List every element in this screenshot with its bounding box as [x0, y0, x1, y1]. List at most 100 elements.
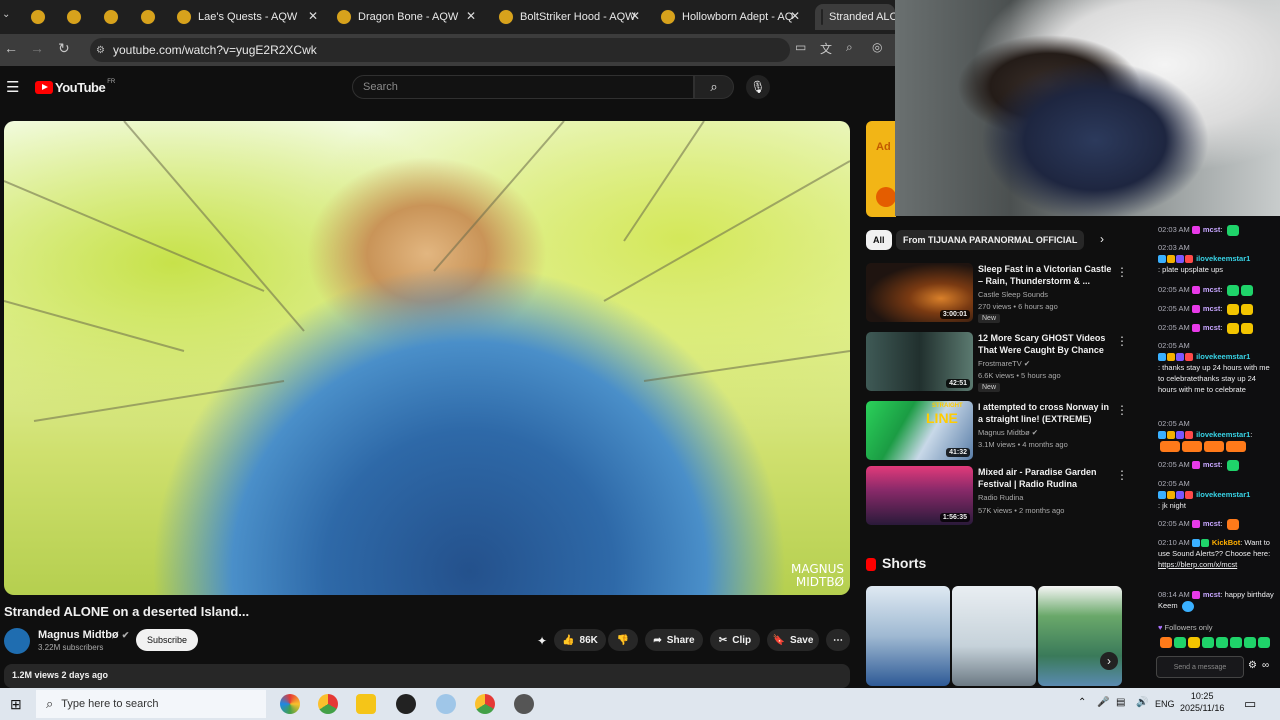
short-thumbnail[interactable]: [866, 586, 950, 686]
incognito-icon[interactable]: ◎: [872, 40, 882, 54]
notifications-icon[interactable]: ▭: [1244, 696, 1256, 712]
users-icon[interactable]: ∞: [1262, 660, 1269, 671]
chat-link[interactable]: https://blerp.com/x/mcst: [1158, 560, 1237, 569]
video-player[interactable]: MAGNUS MIDTBØ: [4, 121, 850, 595]
chat-input[interactable]: Send a message: [1156, 656, 1244, 678]
recommendation-item[interactable]: 1:56:35 Mixed air - Paradise Garden Fest…: [866, 466, 1131, 528]
obs-icon[interactable]: [396, 694, 416, 714]
ad-banner[interactable]: Ad: [866, 121, 896, 217]
sparkle-icon[interactable]: ✦: [537, 634, 547, 648]
browser-tab[interactable]: BoltStriker Hood - AQW ✕: [498, 4, 648, 30]
close-tab-icon[interactable]: ✕: [630, 9, 640, 23]
app-icon[interactable]: [436, 694, 456, 714]
chevron-right-icon[interactable]: ›: [1100, 232, 1104, 246]
share-button[interactable]: ➦ Share: [645, 629, 703, 651]
channel-avatar[interactable]: [4, 628, 30, 654]
chevron-right-icon[interactable]: ›: [1100, 652, 1118, 670]
reload-icon[interactable]: ↻: [58, 40, 70, 57]
microphone-icon[interactable]: 🎤: [1097, 697, 1109, 708]
volume-icon[interactable]: 🔊: [1136, 697, 1148, 708]
emote-icon[interactable]: [1244, 636, 1256, 648]
chrome-icon[interactable]: [475, 694, 495, 714]
chrome-icon[interactable]: [318, 694, 338, 714]
close-tab-icon[interactable]: ✕: [790, 9, 800, 23]
youtube-logo[interactable]: YouTube FR: [35, 79, 115, 95]
back-icon[interactable]: ←: [4, 40, 18, 56]
voice-search-button[interactable]: 🎙: [746, 75, 770, 99]
address-bar[interactable]: ⚙ youtube.com/watch?v=yugE2R2XCwk: [90, 38, 790, 62]
browser-tab[interactable]: [103, 4, 133, 30]
emote-icon[interactable]: [1230, 636, 1242, 648]
translate-icon[interactable]: 文: [820, 40, 832, 57]
language-indicator[interactable]: ENG: [1155, 699, 1175, 709]
browser-tab[interactable]: Dragon Bone - AQW ✕: [336, 4, 484, 30]
browser-tab[interactable]: [66, 4, 96, 30]
chat-username[interactable]: mcst: [1203, 519, 1221, 528]
copilot-icon[interactable]: [280, 694, 300, 714]
close-tab-icon[interactable]: ✕: [466, 9, 476, 23]
chip-from-channel[interactable]: From TIJUANA PARANORMAL OFFICIAL: [896, 230, 1085, 250]
file-explorer-icon[interactable]: [356, 694, 376, 714]
video-thumbnail[interactable]: 1:56:35: [866, 466, 973, 525]
video-thumbnail[interactable]: 3:00:01: [866, 263, 973, 322]
system-clock[interactable]: 10:25 2025/11/16: [1180, 690, 1224, 714]
browser-tab-active[interactable]: Stranded ALC: [815, 4, 895, 30]
chat-username[interactable]: mcst: [1203, 460, 1221, 469]
recommendation-item[interactable]: 3:00:01 Sleep Fast in a Victorian Castle…: [866, 263, 1131, 325]
settings-icon[interactable]: ⚙: [1248, 660, 1257, 671]
chat-username[interactable]: ilovekeemstar1: [1196, 352, 1250, 361]
chevron-up-icon[interactable]: ⌃: [1078, 697, 1086, 708]
like-button[interactable]: 👍 86K: [554, 629, 606, 651]
chat-username[interactable]: ilovekeemstar1: [1196, 254, 1250, 263]
emote-icon[interactable]: [1174, 636, 1186, 648]
zoom-icon[interactable]: ⌕: [846, 40, 853, 55]
more-vertical-icon[interactable]: ⋮: [1116, 468, 1128, 482]
chip-all[interactable]: All: [866, 230, 892, 250]
close-tab-icon[interactable]: ✕: [308, 9, 318, 23]
subscribe-button[interactable]: Subscribe: [136, 629, 198, 651]
browser-tab[interactable]: Hollowborn Adept - AQ ✕: [660, 4, 808, 30]
network-icon[interactable]: ▤: [1116, 697, 1125, 708]
menu-icon[interactable]: ☰: [6, 78, 19, 96]
recommendation-item[interactable]: 42:51 12 More Scary GHOST Videos That We…: [866, 332, 1131, 394]
more-vertical-icon[interactable]: ⋮: [1116, 265, 1128, 279]
site-info-icon[interactable]: ⚙: [96, 45, 105, 56]
tab-list-dropdown-icon[interactable]: ⌄: [2, 9, 10, 20]
channel-name[interactable]: Magnus Midtbø ✔: [38, 629, 129, 641]
chat-username[interactable]: KickBot: [1212, 538, 1240, 547]
description-box[interactable]: 1.2M views 2 days ago: [4, 664, 850, 688]
save-button[interactable]: 🔖 Save: [767, 629, 819, 651]
windows-start-icon[interactable]: ⊞: [10, 696, 22, 713]
search-button[interactable]: ⌕: [694, 75, 734, 99]
chat-username[interactable]: ilovekeemstar1: [1196, 430, 1250, 439]
chat-username[interactable]: mcst: [1203, 285, 1221, 294]
recommendation-item[interactable]: STRAIGHT LINE 41:32 I attempted to cross…: [866, 401, 1131, 463]
more-vertical-icon[interactable]: ⋮: [1116, 403, 1128, 417]
cast-icon[interactable]: ▭: [795, 40, 806, 54]
more-actions-button[interactable]: ⋯: [826, 629, 850, 651]
emote-icon[interactable]: [1258, 636, 1270, 648]
video-thumbnail[interactable]: STRAIGHT LINE 41:32: [866, 401, 973, 460]
short-thumbnail[interactable]: [952, 586, 1036, 686]
app-icon[interactable]: [514, 694, 534, 714]
short-thumbnail[interactable]: ›: [1038, 586, 1122, 686]
emote-icon[interactable]: [1216, 636, 1228, 648]
browser-tab[interactable]: [140, 4, 170, 30]
chat-username[interactable]: mcst: [1203, 323, 1221, 332]
clip-button[interactable]: ✂ Clip: [710, 629, 760, 651]
emote-icon[interactable]: [1160, 636, 1172, 648]
chat-username[interactable]: ilovekeemstar1: [1196, 490, 1250, 499]
browser-tab[interactable]: Lae's Quests - AQW ✕: [176, 4, 326, 30]
chat-username[interactable]: mcst: [1203, 225, 1221, 234]
taskbar-search-input[interactable]: ⌕ Type here to search: [36, 690, 266, 718]
forward-icon[interactable]: →: [30, 40, 44, 56]
more-vertical-icon[interactable]: ⋮: [1116, 334, 1128, 348]
video-thumbnail[interactable]: 42:51: [866, 332, 973, 391]
chat-username[interactable]: mcst: [1203, 590, 1221, 599]
search-input[interactable]: Search: [352, 75, 694, 99]
emote-icon[interactable]: [1188, 636, 1200, 648]
browser-tab[interactable]: [30, 4, 60, 30]
emote-icon[interactable]: [1202, 636, 1214, 648]
chat-username[interactable]: mcst: [1203, 304, 1221, 313]
dislike-button[interactable]: 👎: [608, 629, 638, 651]
